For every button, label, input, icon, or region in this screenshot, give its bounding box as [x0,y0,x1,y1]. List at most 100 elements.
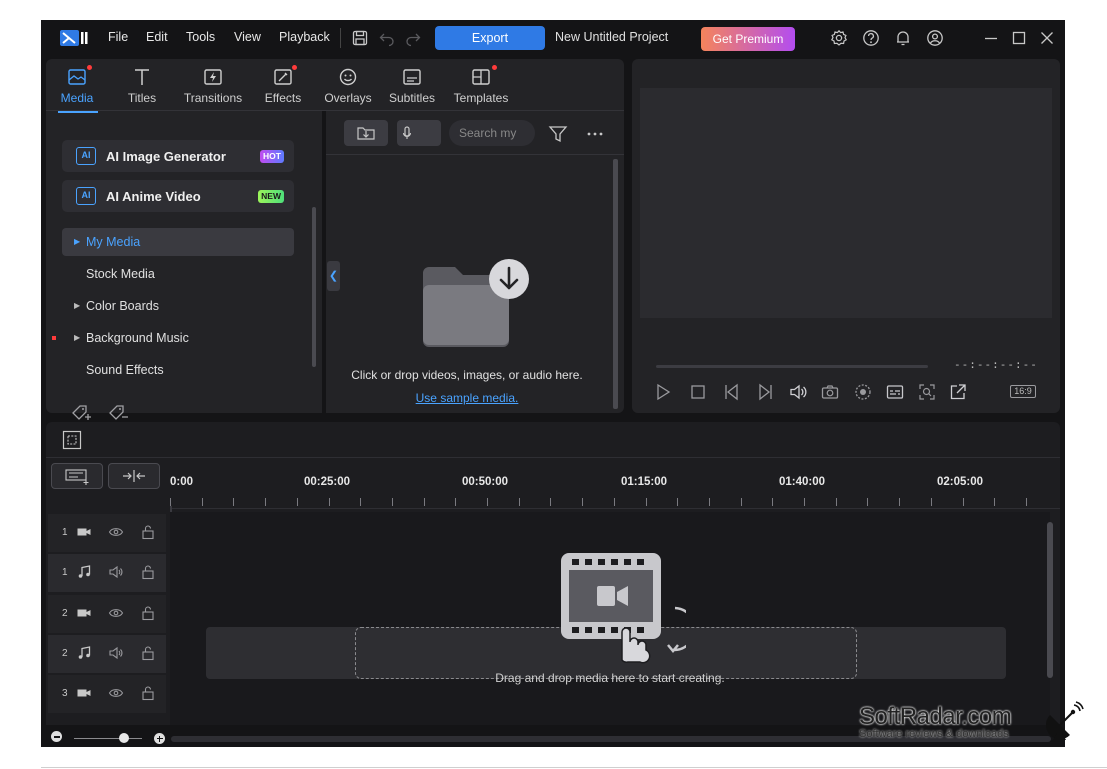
timeline-vertical-scrollbar[interactable] [1047,522,1053,678]
search-input[interactable] [449,120,535,146]
export-button[interactable]: Export [435,26,545,50]
tab-subtitles[interactable]: Subtitles [377,65,447,105]
close-icon[interactable] [1038,29,1056,47]
minimize-icon[interactable] [982,29,1000,47]
nav-item-label: Stock Media [86,267,155,281]
video-track-header[interactable]: 2 [48,595,166,633]
zoom-out-icon[interactable] [51,731,62,742]
menu-view[interactable]: View [234,30,261,44]
save-icon[interactable] [351,29,369,47]
account-icon[interactable] [926,29,944,47]
tab-transitions[interactable]: Transitions [178,65,248,105]
stop-icon[interactable] [688,382,708,402]
more-options-icon[interactable] [584,123,606,145]
volume-icon[interactable] [108,645,124,661]
subtitle-toggle-icon[interactable] [885,382,905,402]
watermark: SoftRadar.com Software reviews & downloa… [859,703,1012,740]
volume-icon[interactable] [108,564,124,580]
menu-playback[interactable]: Playback [279,30,330,44]
aspect-ratio-button[interactable]: 16:9 [1010,385,1036,398]
subtitles-icon [377,65,447,89]
audio-track-header[interactable]: 2 [48,635,166,673]
effects-icon [248,65,318,89]
import-media-button[interactable] [344,120,388,146]
play-icon[interactable] [653,382,673,402]
record-icon[interactable] [853,382,873,402]
playback-scrubber[interactable] [656,365,928,368]
video-camera-icon [76,524,92,540]
timeline-ruler[interactable]: 0:00 00:25:00 00:50:00 01:15:00 01:40:00… [170,458,1060,508]
lock-icon[interactable] [140,605,156,621]
ruler-baseline [170,508,1060,509]
lock-icon[interactable] [140,524,156,540]
menu-tools[interactable]: Tools [186,30,215,44]
get-premium-button[interactable]: Get Premium [701,27,795,51]
use-sample-media-link[interactable]: Use sample media. [326,391,608,405]
zoom-in-icon[interactable] [154,733,165,744]
next-frame-icon[interactable] [755,382,775,402]
nav-scrollbar[interactable] [312,207,316,367]
ai-icon: AI [76,187,96,205]
pop-out-icon[interactable] [948,382,968,402]
help-icon[interactable] [862,29,880,47]
visibility-eye-icon[interactable] [108,605,124,621]
settings-icon[interactable] [830,29,848,47]
ai-anime-video-button[interactable]: AI AI Anime Video NEW [62,180,294,212]
notification-bell-icon[interactable] [894,29,912,47]
nav-item-color-boards[interactable]: ▶ Color Boards [62,292,294,320]
previous-frame-icon[interactable] [722,382,742,402]
lock-icon[interactable] [140,645,156,661]
expand-arrow-icon[interactable]: ▶ [74,228,80,256]
expand-arrow-icon[interactable]: ▶ [74,324,80,352]
timeline-settings-icon[interactable] [61,429,83,451]
record-voice-button[interactable] [397,120,441,146]
tab-overlays[interactable]: Overlays [313,65,383,105]
title-bar: File Edit Tools View Playback Export New… [41,20,1065,58]
transitions-icon [178,65,248,89]
hot-badge: HOT [260,150,284,163]
ai-image-generator-label: AI Image Generator [106,149,226,164]
remove-tag-icon[interactable] [107,402,129,424]
visibility-eye-icon[interactable] [108,524,124,540]
lock-icon[interactable] [140,564,156,580]
undo-icon[interactable] [378,29,396,47]
video-track-header[interactable]: 3 [48,675,166,713]
import-folder-icon[interactable] [421,259,533,349]
zoom-slider-handle[interactable] [119,733,129,743]
zoom-slider-track[interactable] [74,738,142,739]
add-track-button[interactable] [51,463,103,489]
snapshot-camera-icon[interactable] [820,382,840,402]
nav-item-sound-effects[interactable]: Sound Effects [62,356,294,384]
nav-item-my-media[interactable]: ▶ My Media [62,228,294,256]
ruler-tick [487,498,488,506]
expand-arrow-icon[interactable]: ▶ [74,292,80,320]
menu-edit[interactable]: Edit [146,30,168,44]
ai-image-generator-button[interactable]: AI AI Image Generator HOT [62,140,294,172]
ruler-tick-label: 01:15:00 [621,476,668,488]
visibility-eye-icon[interactable] [108,685,124,701]
menu-file[interactable]: File [108,30,128,44]
ruler-tick [550,498,552,506]
fit-timeline-button[interactable] [108,463,160,489]
nav-item-stock-media[interactable]: Stock Media [62,260,294,288]
tab-media[interactable]: Media [42,65,112,105]
lock-icon[interactable] [140,685,156,701]
redo-icon[interactable] [404,29,422,47]
tab-titles[interactable]: Titles [107,65,177,105]
tab-templates[interactable]: Templates [446,65,516,105]
video-track-header[interactable]: 1 [48,514,166,552]
track-number: 1 [62,567,68,578]
add-tag-icon[interactable] [70,402,92,424]
tab-titles-label: Titles [127,91,157,105]
menu-separator [340,28,341,48]
tab-effects[interactable]: Effects [248,65,318,105]
filter-icon[interactable] [547,123,569,145]
collapse-panel-button[interactable]: ❮ [327,261,340,291]
zoom-preview-icon[interactable] [917,382,937,402]
media-scrollbar[interactable] [613,159,618,409]
volume-icon[interactable] [788,382,808,402]
audio-track-header[interactable]: 1 [48,554,166,592]
ruler-tick [391,498,393,506]
maximize-icon[interactable] [1010,29,1028,47]
nav-item-background-music[interactable]: ▶ Background Music [62,324,294,352]
